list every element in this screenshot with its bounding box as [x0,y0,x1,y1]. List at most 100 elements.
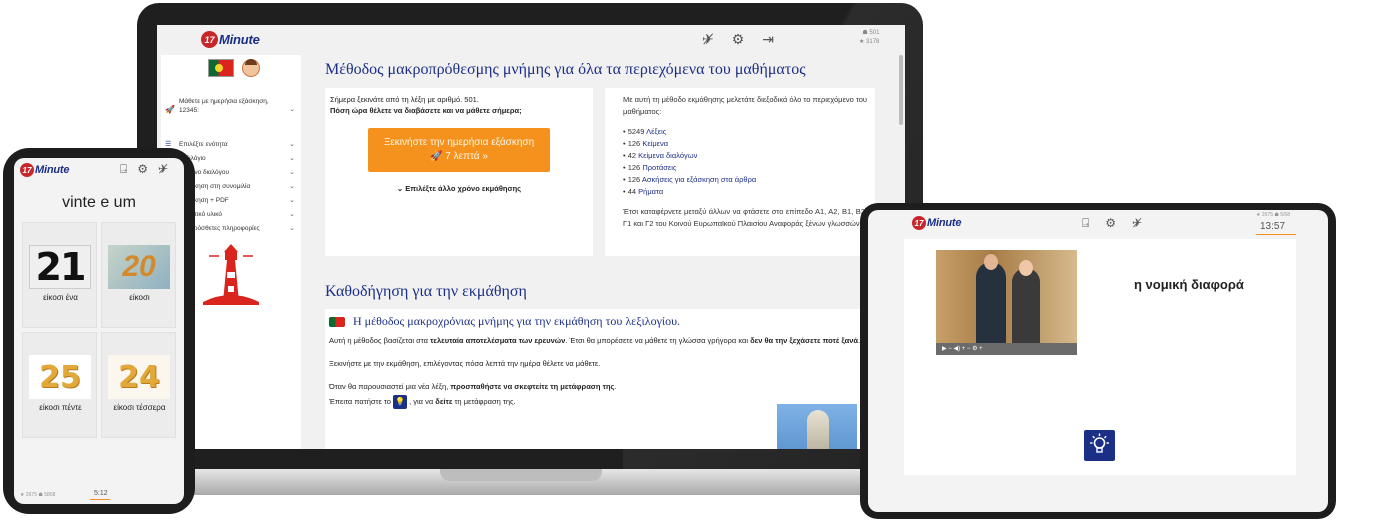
start-info: Σήμερα ξεκινάτε από τη λέξη με αριθμό. 5… [330,95,479,104]
content-list: • 5249 Λέξεις • 126 Κείμενα • 42 Κείμενα… [623,126,867,198]
tablet-screen: 17 Minute ⍈ ⚙ ✈̸ ★ 2675 ☗ 5/68 13:57 ▶ −… [868,210,1328,512]
language-flags [208,59,260,77]
app-logo[interactable]: 17 Minute [201,31,260,48]
flashcard: ▶ − ◀) + − ⚙ + η νομική διαφορά [904,239,1296,475]
rocket-icon: 🚀 [165,105,175,114]
stats-counter: ★ 2675 ☗ 5/68 [1256,212,1290,218]
show-translation-button[interactable] [1084,430,1115,461]
video-player[interactable]: ▶ − ◀) + − ⚙ + [936,250,1077,355]
video-person [976,254,1006,343]
tile-caption: είκοσι πέντε [39,403,82,412]
article-exercises-link[interactable]: Ασκήσεις για εξάσκηση στα άρθρα [642,175,756,184]
number-image: 25 [29,355,91,399]
chevron-down-icon: ⌄ [289,183,295,190]
phone-frame: 17 Minute ⍈ ⚙ ✈̸ vinte e um 21 είκοσι έν… [3,148,195,514]
learning-guide: Η μέθοδος μακροχρόνιας μνήμης για την εκ… [325,309,879,449]
choose-other-time-link[interactable]: ⌄ Επιλέξτε άλλο χρόνο εκμάθησης [330,183,588,194]
laptop-screen: 17 Minute ✈̸ ⚙ ⇥ ☗ 501 ★ 3178 🚀 Μάθετε μ… [157,25,905,449]
no-flight-icon[interactable]: ✈̸ [702,31,714,48]
top-bar: 17 Minute ✈̸ ⚙ ⇥ ☗ 501 ★ 3178 [157,25,905,53]
current-word: η νομική διαφορά [1134,277,1244,292]
logo-badge: 17 [912,216,926,230]
star-icon: ★ [859,39,867,45]
timer: 5:12 [94,490,108,497]
logo-badge: 17 [201,31,218,48]
device-mockup-stage: 17 Minute ✈̸ ⚙ ⇥ ☗ 501 ★ 3178 🚀 Μάθετε μ… [0,0,1400,532]
app-logo[interactable]: 17 Minute [912,216,961,230]
list-item: • 126 Κείμενα [623,139,669,148]
logo-badge: 17 [20,163,34,177]
answer-tile[interactable]: 24 είκοσι τέσσερα [101,332,176,438]
chevron-down-icon: ⌄ [289,169,295,176]
sidebar-item-daily-practice[interactable]: 🚀 Μάθετε με ημερήσια εξάσκηση, 12345: ⌄ [165,97,295,115]
list-icon: ☰ [165,141,172,148]
logo-word: Minute [35,164,70,176]
stats-counter: ★ 2675 ☗ 5868 [20,492,56,498]
answer-tile[interactable]: 20 είκοσι [101,222,176,328]
stats-counter: ☗ 501 ★ 3178 [859,29,879,47]
lighthouse-icon [203,244,259,305]
phone-status-bar: ★ 2675 ☗ 5868 5:12 [14,488,184,504]
sidebar-item-label: Επιλέξτε ενότητα [179,140,228,148]
current-word: vinte e um [62,194,136,211]
lisbon-photo [777,404,857,449]
texts-link[interactable]: Κείμενα [642,139,668,148]
answer-tile[interactable]: 21 είκοσι ένα [22,222,97,328]
no-flight-icon[interactable]: ✈̸ [1132,216,1142,231]
logout-icon[interactable]: ⇥ [762,31,774,48]
exit-icon[interactable]: ⍈ [1082,216,1089,231]
exit-icon[interactable]: ⍈ [120,162,127,177]
timer-progress [1256,234,1296,235]
sidebar-item-select-unit[interactable]: ☰ Επιλέξτε ενότητα ⌄ [165,137,295,151]
tablet-header-icons: ⍈ ⚙ ✈̸ [1082,216,1142,231]
gear-icon[interactable]: ⚙ [137,162,148,177]
chevron-down-icon: ⌄ [289,211,295,218]
start-daily-practice-button[interactable]: Ξεκινήστε την ημερήσια εξάσκηση 🚀 7 λεπτ… [368,128,550,172]
answer-tile[interactable]: 25 είκοσι πέντε [22,332,97,438]
timer-progress [90,499,110,500]
video-controls[interactable]: ▶ − ◀) + − ⚙ + [936,343,1077,355]
course-content-card: Με αυτή τη μέθοδο εκμάθησης μελετάτε διε… [605,88,875,256]
logo-word: Minute [927,217,962,229]
avatar[interactable] [242,59,260,77]
logo-word: Minute [219,32,260,47]
guide-heading: Η μέθοδος μακροχρόνιας μνήμης για την εκ… [329,315,875,327]
app-logo[interactable]: 17 Minute [20,163,69,177]
gear-icon[interactable]: ⚙ [1105,216,1116,231]
guide-paragraph: Αυτή η μέθοδος βασίζεται στα τελευταία α… [329,336,860,345]
sentences-link[interactable]: Προτάσεις [642,163,676,172]
daily-practice-card: Σήμερα ξεκινάτε από τη λέξη με αριθμό. 5… [325,88,593,256]
laptop-notch [440,469,602,481]
guide-title: Καθοδήγηση για την εκμάθηση [325,283,527,300]
phone-header-icons: ⍈ ⚙ ✈̸ [120,162,168,177]
start-button-label: Ξεκινήστε την ημερήσια εξάσκηση [383,137,535,148]
guide-paragraph: Όταν θα παρουσιαστεί μια νέα λέξη, προσπ… [329,382,617,391]
words-link[interactable]: Λέξεις [646,127,666,136]
list-item: • 44 Ρήματα [623,187,664,196]
page-title: Μέθοδος μακροπρόθεσμης μνήμης για όλα τα… [325,61,806,78]
lightbulb-icon: 💡 [393,395,408,409]
scrollbar[interactable] [899,55,903,125]
guide-paragraph: Ξεκινήστε με την εκμάθηση, επιλέγοντας π… [329,359,601,368]
timer: 13:57 [1260,221,1286,232]
stat-words: 501 [869,30,880,36]
tile-caption: είκοσι τέσσερα [113,403,166,412]
header-icons: ✈̸ ⚙ ⇥ [702,31,774,48]
list-item: • 42 Κείμενα διαλόγων [623,151,698,160]
tile-caption: είκοσι ένα [43,293,78,302]
dialogue-texts-link[interactable]: Κείμενα διαλόγων [638,151,697,160]
content-intro: Με αυτή τη μέθοδο εκμάθησης μελετάτε διε… [623,95,867,116]
lightbulb-icon [1090,433,1109,453]
portugal-flag-icon[interactable] [208,59,234,77]
content-outro: Έτσι καταφέρνετε μεταξύ άλλων να φτάσετε… [623,207,867,228]
number-image: 21 [29,245,91,289]
chevron-down-icon: ⌄ [289,155,295,162]
chevron-down-icon: ⌄ [289,225,295,232]
verbs-link[interactable]: Ρήματα [638,187,663,196]
phone-screen: 17 Minute ⍈ ⚙ ✈̸ vinte e um 21 είκοσι έν… [14,158,184,504]
list-item: • 126 Προτάσεις [623,163,677,172]
gear-icon[interactable]: ⚙ [732,31,745,48]
chevron-down-icon: ⌄ [289,106,295,113]
video-person [1012,260,1040,343]
no-flight-icon[interactable]: ✈̸ [158,162,168,177]
